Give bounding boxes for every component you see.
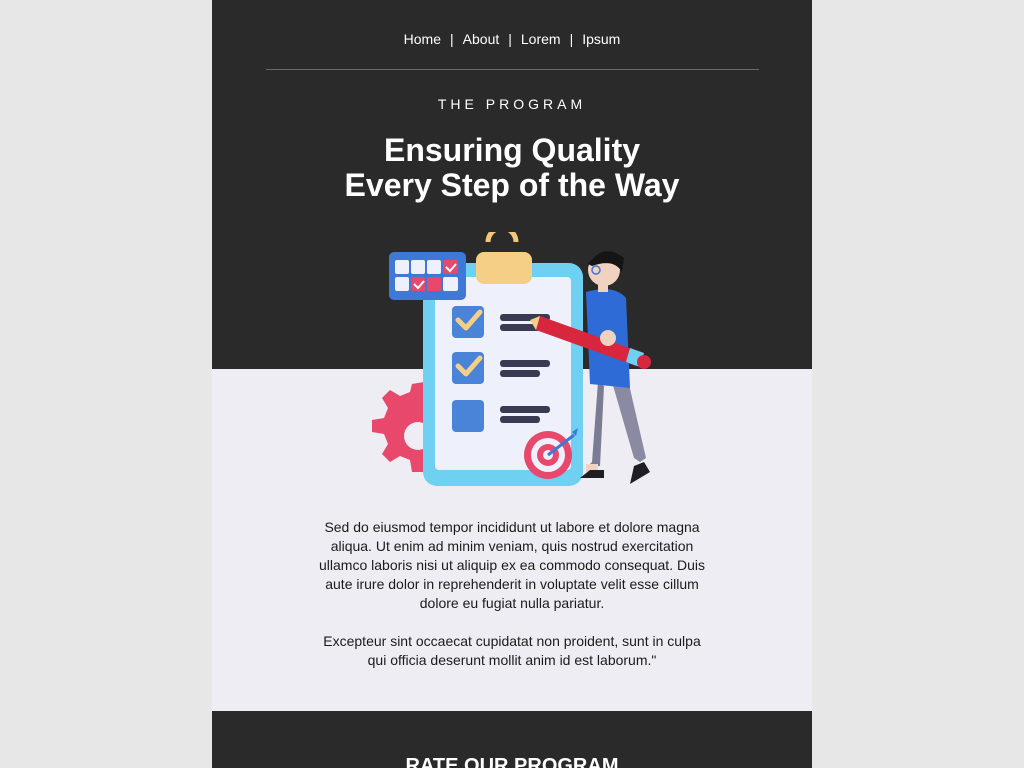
rate-title: RATE OUR PROGRAM xyxy=(405,755,619,768)
headline-line-2: Every Step of the Way xyxy=(344,167,680,203)
nav-link-about[interactable]: About xyxy=(463,31,500,47)
section-eyebrow: THE PROGRAM xyxy=(437,96,587,112)
nav-divider xyxy=(266,69,759,70)
body-paragraph-2: Excepteur sint occaecat cupidatat non pr… xyxy=(323,633,701,668)
nav-link-lorem[interactable]: Lorem xyxy=(521,31,561,47)
calendar-icon xyxy=(389,252,466,300)
top-nav: Home | About | Lorem | Ipsum xyxy=(212,30,812,48)
person-illustration xyxy=(580,251,650,484)
hero-headline: Ensuring Quality Every Step of the Way xyxy=(212,133,812,203)
nav-separator: | xyxy=(450,31,454,47)
nav-separator: | xyxy=(508,31,512,47)
nav-link-home[interactable]: Home xyxy=(404,31,441,47)
checklist-illustration xyxy=(372,232,651,486)
headline-line-1: Ensuring Quality xyxy=(383,132,641,168)
email-container: Home | About | Lorem | Ipsum THE PROGRAM Ensur… xyxy=(212,0,812,768)
nav-link-ipsum[interactable]: Ipsum xyxy=(582,31,620,47)
body-copy: Sed do eiusmod tempor incididunt ut labo… xyxy=(312,518,712,689)
rate-section: RATE OUR PROGRAM xyxy=(212,711,812,768)
nav-separator: | xyxy=(569,31,574,47)
body-paragraph-1: Sed do eiusmod tempor incididunt ut labo… xyxy=(319,519,705,611)
